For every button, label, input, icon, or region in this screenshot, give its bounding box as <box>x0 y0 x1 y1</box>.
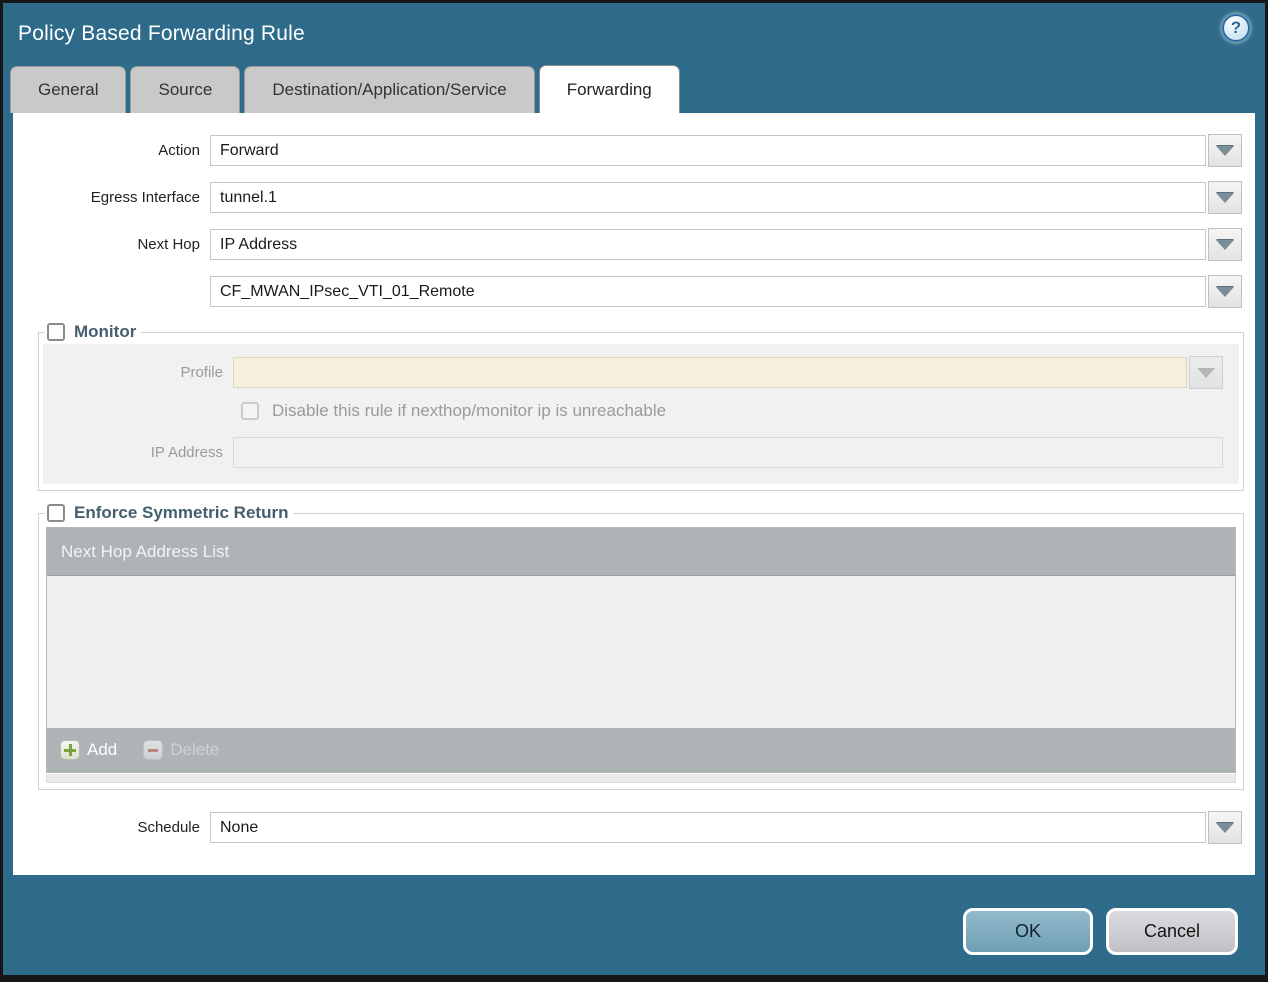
chevron-down-icon <box>1216 145 1234 156</box>
delete-button: Delete <box>143 740 219 760</box>
minus-icon <box>143 740 164 760</box>
egress-interface-row: Egress Interface tunnel.1 <box>13 181 1255 214</box>
dialog-titlebar: Policy Based Forwarding Rule ? <box>3 3 1265 65</box>
monitor-ip-address-row: IP Address <box>51 437 1231 468</box>
profile-dropdown-button <box>1189 356 1223 389</box>
tab-general-label: General <box>38 80 99 99</box>
dialog-footer: OK Cancel <box>3 875 1265 955</box>
disable-rule-checkbox <box>241 402 259 420</box>
help-icon[interactable]: ? <box>1222 14 1250 42</box>
dialog-title: Policy Based Forwarding Rule <box>18 22 305 45</box>
monitor-ip-address-label: IP Address <box>150 444 223 461</box>
schedule-label: Schedule <box>137 819 200 836</box>
next-hop-label: Next Hop <box>137 236 200 253</box>
tab-forwarding[interactable]: Forwarding <box>538 65 680 113</box>
disable-rule-label: Disable this rule if nexthop/monitor ip … <box>272 401 667 420</box>
cancel-button[interactable]: Cancel <box>1106 908 1238 955</box>
egress-interface-label: Egress Interface <box>90 189 200 206</box>
ok-button[interactable]: OK <box>963 908 1093 955</box>
chevron-down-icon <box>1216 192 1234 203</box>
profile-label: Profile <box>180 364 223 381</box>
symmetric-return-legend: Enforce Symmetric Return <box>45 503 293 523</box>
action-row: Action Forward <box>13 134 1255 167</box>
chevron-down-icon <box>1216 286 1234 297</box>
action-select[interactable]: Forward <box>210 135 1206 166</box>
monitor-ip-address-input <box>233 437 1223 468</box>
tab-general[interactable]: General <box>10 66 127 113</box>
next-hop-address-list-header: Next Hop Address List <box>47 528 1235 576</box>
disable-rule-row: Disable this rule if nexthop/monitor ip … <box>51 401 1231 421</box>
monitor-legend: Monitor <box>45 322 141 342</box>
help-glyph: ? <box>1230 18 1242 37</box>
tab-destination-label: Destination/Application/Service <box>272 80 507 99</box>
egress-interface-select[interactable]: tunnel.1 <box>210 182 1206 213</box>
monitor-legend-label: Monitor <box>74 322 137 341</box>
chevron-down-icon <box>1216 239 1234 250</box>
symmetric-return-legend-label: Enforce Symmetric Return <box>74 503 289 522</box>
action-dropdown-button[interactable] <box>1208 134 1242 167</box>
next-hop-address-select[interactable]: CF_MWAN_IPsec_VTI_01_Remote <box>210 276 1206 307</box>
next-hop-address-list-table: Next Hop Address List Add Delete <box>46 527 1236 773</box>
schedule-select[interactable]: None <box>210 812 1206 843</box>
next-hop-type-select[interactable]: IP Address <box>210 229 1206 260</box>
plus-icon <box>60 740 80 760</box>
add-button-label: Add <box>87 740 118 759</box>
schedule-dropdown-button[interactable] <box>1208 811 1242 844</box>
tab-source-label: Source <box>158 80 213 99</box>
monitor-panel: Profile Disable this rule if nexthop/mon… <box>43 344 1239 484</box>
profile-row: Profile <box>51 356 1231 389</box>
profile-select <box>233 357 1187 388</box>
tab-destination-application-service[interactable]: Destination/Application/Service <box>244 66 535 113</box>
symmetric-return-checkbox[interactable] <box>47 504 65 522</box>
monitor-group: Monitor Profile Disable this rule if nex… <box>38 322 1244 491</box>
chevron-down-icon <box>1216 822 1234 833</box>
next-hop-dropdown-button[interactable] <box>1208 228 1242 261</box>
tab-bar: General Source Destination/Application/S… <box>3 65 1265 113</box>
next-hop-address-list-toolbar: Add Delete <box>47 728 1235 772</box>
symmetric-return-group: Enforce Symmetric Return Next Hop Addres… <box>38 503 1244 790</box>
next-hop-address-list-body[interactable] <box>47 576 1235 728</box>
next-hop-address-dropdown-button[interactable] <box>1208 275 1242 308</box>
egress-interface-dropdown-button[interactable] <box>1208 181 1242 214</box>
horizontal-scrollbar[interactable] <box>46 774 1236 783</box>
chevron-down-icon <box>1197 367 1215 378</box>
tab-source[interactable]: Source <box>130 66 241 113</box>
schedule-row: Schedule None <box>13 811 1255 844</box>
tab-forwarding-label: Forwarding <box>566 79 652 99</box>
delete-button-label: Delete <box>170 740 220 759</box>
next-hop-address-row: CF_MWAN_IPsec_VTI_01_Remote <box>13 275 1255 308</box>
action-label: Action <box>158 142 200 159</box>
monitor-checkbox[interactable] <box>47 323 65 341</box>
forwarding-tab-panel: Action Forward Egress Interface tunnel.1… <box>13 113 1255 875</box>
add-button[interactable]: Add <box>60 740 117 760</box>
next-hop-row: Next Hop IP Address <box>13 228 1255 261</box>
